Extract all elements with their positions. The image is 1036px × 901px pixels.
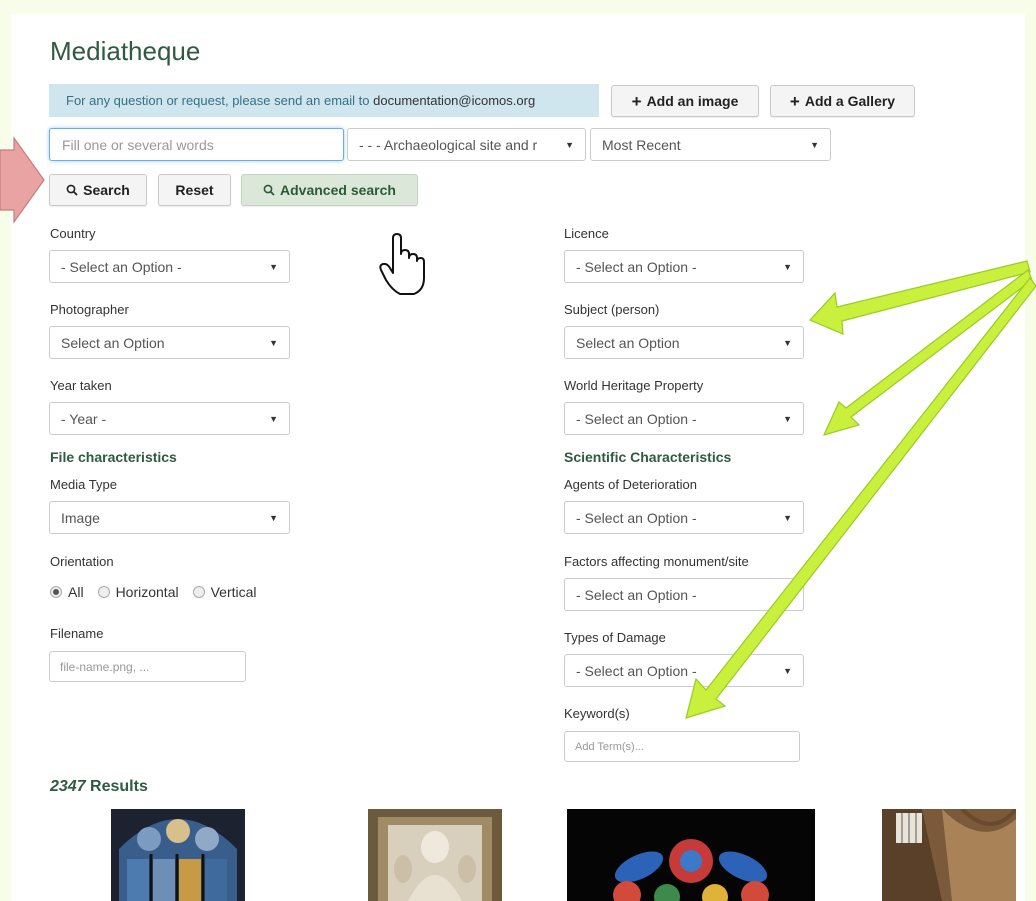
caret-down-icon: ▼: [269, 261, 278, 272]
radio-icon: [97, 586, 110, 598]
subject-select-value: Select an Option: [576, 334, 680, 351]
advanced-search-button[interactable]: Advanced search: [241, 174, 418, 206]
info-text: For any question or request, please send…: [66, 93, 374, 108]
media-type-select[interactable]: Image ▼: [49, 501, 290, 534]
search-input[interactable]: Fill one or several words: [49, 128, 344, 161]
page-title: Mediatheque: [50, 36, 201, 66]
year-select-value: - Year -: [61, 410, 107, 427]
caret-down-icon: ▼: [783, 665, 792, 676]
whp-select-value: - Select an Option -: [576, 410, 697, 427]
factors-select-value: - Select an Option -: [576, 586, 697, 603]
info-email-link[interactable]: documentation@icomos.org: [373, 93, 535, 108]
factors-label: Factors affecting monument/site: [564, 554, 749, 569]
country-select[interactable]: - Select an Option - ▼: [49, 250, 290, 283]
keywords-placeholder: Add Term(s)...: [575, 740, 644, 753]
damage-select[interactable]: - Select an Option - ▼: [564, 654, 804, 687]
advanced-search-label: Advanced search: [280, 182, 396, 198]
sort-select-value: Most Recent: [602, 136, 681, 153]
licence-select-value: - Select an Option -: [576, 258, 697, 275]
keywords-input[interactable]: Add Term(s)...: [564, 731, 800, 762]
country-label: Country: [50, 226, 96, 241]
add-gallery-button[interactable]: + Add a Gallery: [770, 85, 915, 117]
orientation-horizontal-radio[interactable]: Horizontal: [97, 584, 179, 600]
caret-down-icon: ▼: [269, 337, 278, 348]
search-button[interactable]: Search: [49, 174, 147, 206]
caret-down-icon: ▼: [269, 413, 278, 424]
radio-selected-icon: [50, 586, 62, 598]
filename-label: Filename: [50, 626, 104, 641]
cathedral-interior-image: [882, 809, 1016, 901]
add-gallery-label: Add a Gallery: [804, 93, 896, 109]
search-icon: [66, 184, 78, 196]
result-thumbnail[interactable]: [111, 809, 245, 901]
whp-label: World Heritage Property: [564, 378, 704, 393]
agents-label: Agents of Deterioration: [564, 477, 697, 492]
media-type-label: Media Type: [50, 477, 117, 492]
result-thumbnail[interactable]: [368, 809, 502, 901]
add-image-button[interactable]: + Add an image: [611, 85, 759, 117]
caret-down-icon: ▼: [783, 512, 792, 523]
orientation-vertical-radio[interactable]: Vertical: [192, 584, 257, 600]
stained-glass-window-image: [111, 809, 245, 901]
year-label: Year taken: [50, 378, 112, 393]
plus-icon: +: [789, 91, 800, 111]
orientation-horizontal-label: Horizontal: [115, 584, 179, 600]
photographer-select[interactable]: Select an Option ▼: [49, 326, 290, 359]
country-select-value: - Select an Option -: [61, 258, 182, 275]
keywords-label: Keyword(s): [564, 706, 630, 721]
plus-icon: +: [631, 91, 642, 111]
photographer-label: Photographer: [50, 302, 129, 317]
licence-select[interactable]: - Select an Option - ▼: [564, 250, 804, 283]
orientation-label: Orientation: [50, 554, 114, 569]
agents-select[interactable]: - Select an Option - ▼: [564, 501, 804, 534]
caret-down-icon: ▼: [783, 261, 792, 272]
caret-down-icon: ▼: [783, 413, 792, 424]
sculpture-relief-image: [368, 809, 502, 901]
licence-label: Licence: [564, 226, 609, 241]
agents-select-value: - Select an Option -: [576, 509, 697, 526]
scientific-characteristics-heading: Scientific Characteristics: [564, 449, 732, 465]
filename-placeholder: file-name.png, ...: [60, 659, 150, 674]
orientation-vertical-label: Vertical: [210, 584, 257, 600]
results-number: 2347: [50, 778, 86, 795]
search-input-placeholder: Fill one or several words: [62, 136, 214, 153]
caret-down-icon: ▼: [783, 589, 792, 600]
subject-select[interactable]: Select an Option ▼: [564, 326, 804, 359]
reset-button-label: Reset: [175, 182, 214, 198]
results-count: 2347 Results: [50, 778, 148, 796]
filename-input[interactable]: file-name.png, ...: [49, 651, 246, 682]
category-select[interactable]: - - - Archaeological site and r ▼: [347, 128, 586, 161]
info-banner: For any question or request, please send…: [49, 84, 599, 117]
category-select-value: - - - Archaeological site and r: [359, 136, 538, 153]
orientation-all-label: All: [68, 584, 84, 600]
orientation-all-radio[interactable]: All: [50, 584, 84, 600]
sort-select[interactable]: Most Recent ▼: [590, 128, 831, 161]
photographer-select-value: Select an Option: [61, 334, 165, 351]
result-thumbnail[interactable]: [882, 809, 1016, 901]
subject-label: Subject (person): [564, 302, 660, 317]
caret-down-icon: ▼: [810, 139, 819, 150]
media-type-select-value: Image: [61, 509, 100, 526]
file-characteristics-heading: File characteristics: [50, 449, 177, 465]
results-label: Results: [85, 778, 148, 795]
radio-icon: [192, 586, 205, 598]
add-image-label: Add an image: [646, 93, 739, 109]
factors-select[interactable]: - Select an Option - ▼: [564, 578, 804, 611]
search-icon: [263, 184, 275, 196]
damage-label: Types of Damage: [564, 630, 666, 645]
reset-button[interactable]: Reset: [158, 174, 231, 206]
caret-down-icon: ▼: [565, 139, 574, 150]
rose-window-image: [567, 809, 815, 901]
year-select[interactable]: - Year - ▼: [49, 402, 290, 435]
whp-select[interactable]: - Select an Option - ▼: [564, 402, 804, 435]
search-button-label: Search: [83, 182, 130, 198]
damage-select-value: - Select an Option -: [576, 662, 697, 679]
caret-down-icon: ▼: [783, 337, 792, 348]
orientation-radio-group: All Horizontal Vertical: [50, 584, 257, 600]
result-thumbnail[interactable]: [567, 809, 815, 901]
caret-down-icon: ▼: [269, 512, 278, 523]
